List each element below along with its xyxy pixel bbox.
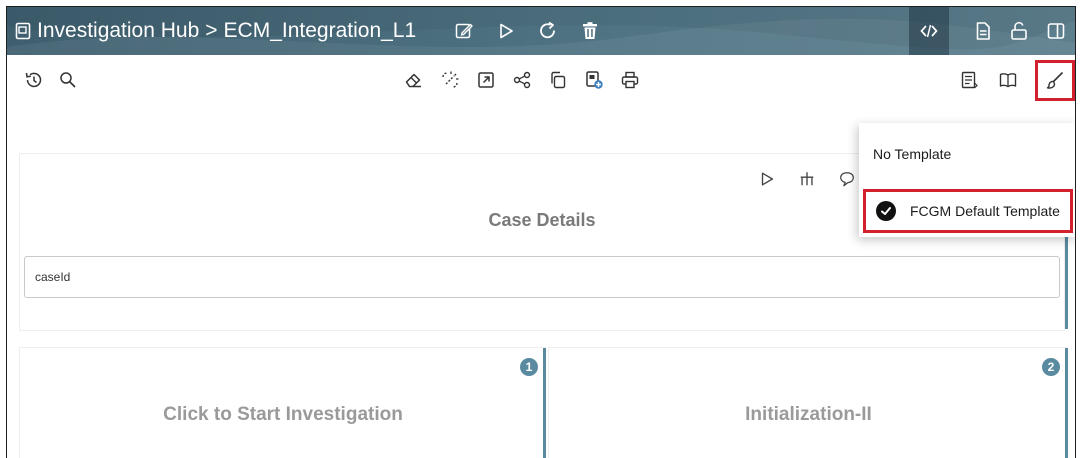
- refresh-icon[interactable]: [537, 20, 559, 42]
- play-icon[interactable]: [495, 20, 517, 42]
- brush-button-highlight: [1035, 60, 1075, 101]
- delete-icon[interactable]: [579, 20, 601, 42]
- header-bar: Investigation Hub > ECM_Integration_L1: [7, 7, 1075, 55]
- breadcrumb-current: ECM_Integration_L1: [223, 19, 417, 42]
- hierarchy-icon[interactable]: [796, 168, 818, 190]
- app-frame: Investigation Hub > ECM_Integration_L1 C…: [6, 6, 1076, 458]
- breadcrumb: Investigation Hub > ECM_Integration_L1: [15, 7, 416, 55]
- toolbar: [7, 55, 1075, 103]
- stage-label: Click to Start Investigation: [163, 404, 403, 425]
- run-icon[interactable]: [756, 168, 778, 190]
- stage-label: Initialization-II: [745, 404, 872, 425]
- panel-icon[interactable]: [1045, 20, 1067, 42]
- share-icon[interactable]: [511, 69, 533, 91]
- code-icon: [919, 21, 939, 41]
- menu-item-label: FCGM Default Template: [910, 203, 1060, 219]
- menu-item-fcgm-default-template[interactable]: FCGM Default Template: [863, 189, 1073, 233]
- document-icon[interactable]: [972, 20, 994, 42]
- print-icon[interactable]: [619, 69, 641, 91]
- history-icon[interactable]: [23, 69, 45, 91]
- checkmark-icon: [876, 201, 896, 221]
- stage-number-badge: 2: [1042, 358, 1060, 376]
- comment-icon[interactable]: [836, 168, 858, 190]
- case-id-input[interactable]: [24, 256, 1060, 298]
- stage-card-2[interactable]: 2 Initialization-II: [548, 347, 1068, 458]
- stage-number-badge: 1: [520, 358, 538, 376]
- stage-accent-bar: [1065, 348, 1068, 458]
- menu-item-no-template[interactable]: No Template: [859, 143, 1075, 165]
- edit-icon[interactable]: [453, 20, 475, 42]
- eraser-icon[interactable]: [403, 69, 425, 91]
- stage-card-1[interactable]: 1 Click to Start Investigation: [19, 347, 546, 458]
- copy-icon[interactable]: [547, 69, 569, 91]
- template-dropdown-menu: No Template FCGM Default Template: [859, 123, 1075, 237]
- summary-icon[interactable]: [958, 69, 980, 91]
- breadcrumb-root[interactable]: Investigation Hub: [37, 19, 199, 43]
- add-notebook-icon[interactable]: [583, 69, 605, 91]
- unlink-icon[interactable]: [439, 69, 461, 91]
- book-icon[interactable]: [997, 69, 1019, 91]
- menu-item-label: No Template: [873, 146, 952, 162]
- code-view-button[interactable]: [909, 7, 949, 55]
- unlock-icon[interactable]: [1008, 20, 1030, 42]
- stage-accent-bar: [543, 348, 546, 458]
- breadcrumb-separator: >: [205, 19, 218, 42]
- export-icon[interactable]: [475, 69, 497, 91]
- search-icon[interactable]: [57, 69, 79, 91]
- notebook-icon: [15, 22, 31, 40]
